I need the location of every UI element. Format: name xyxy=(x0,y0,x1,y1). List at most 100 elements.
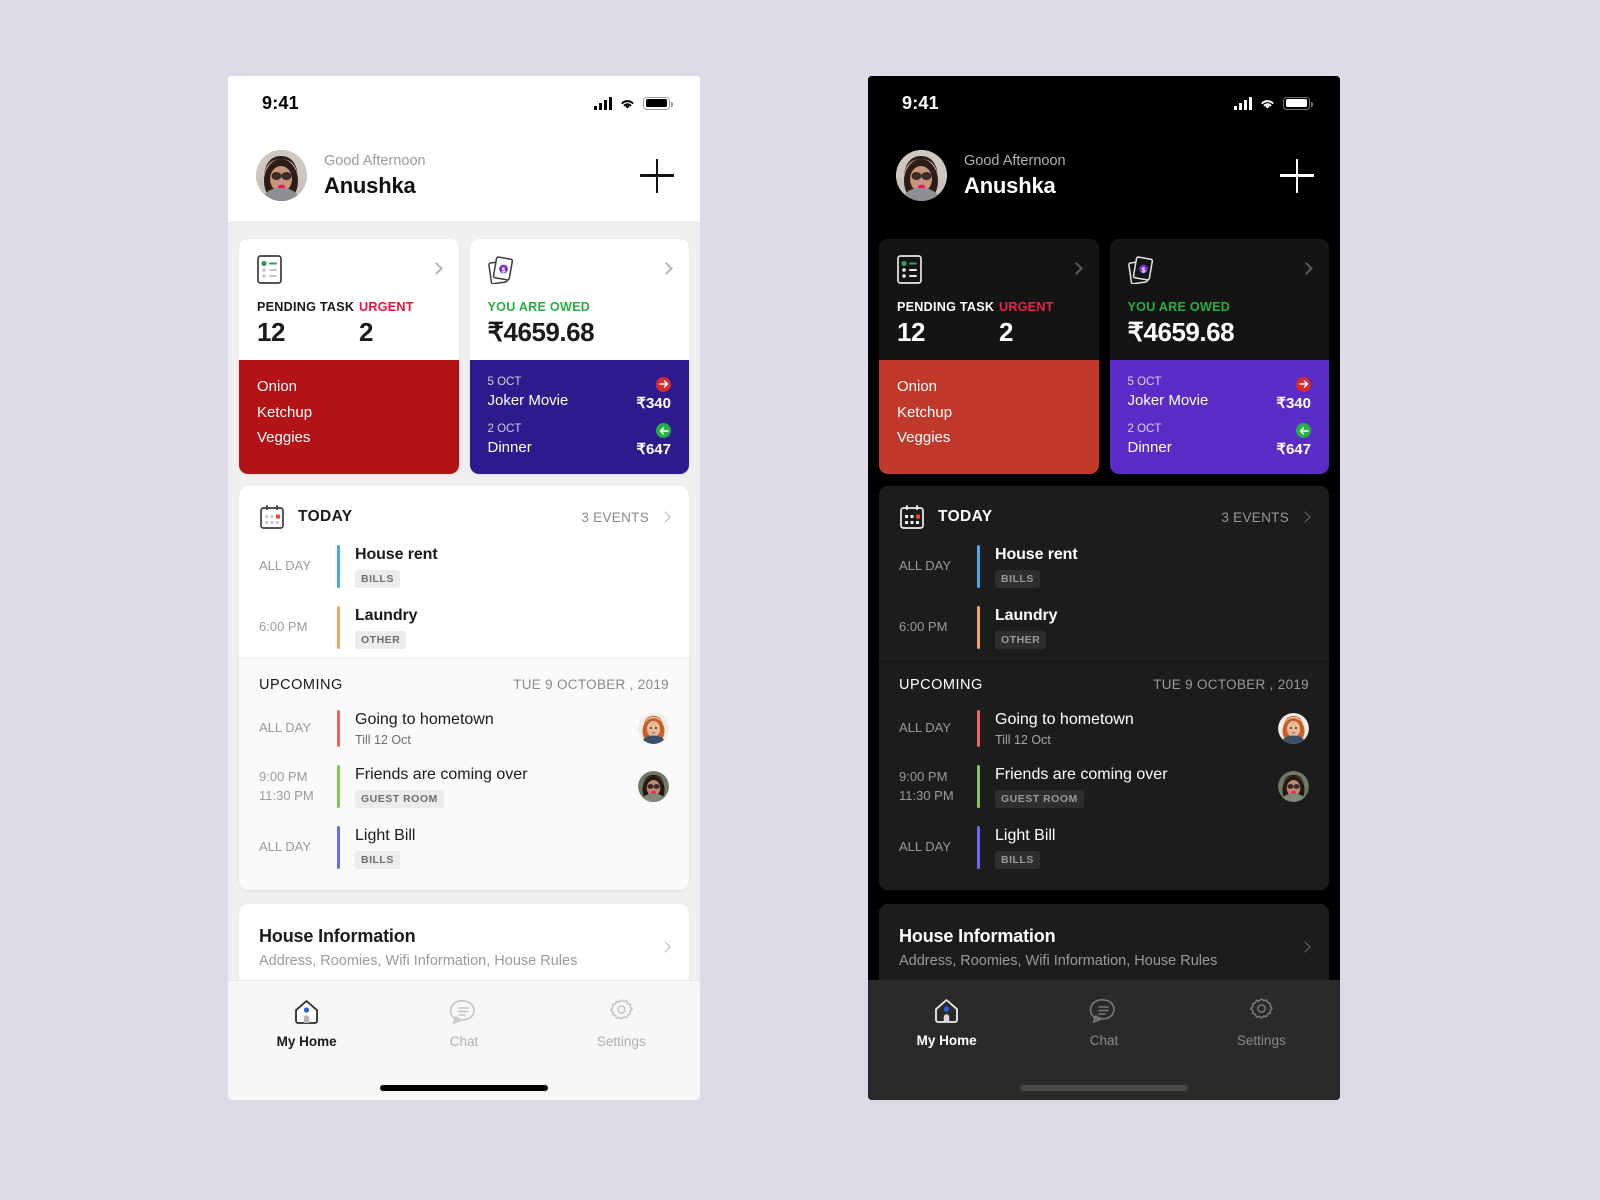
today-header[interactable]: TODAY 3 EVENTS xyxy=(239,486,689,536)
you-are-owed-card[interactable]: $ YOU ARE OWED ₹4659.68 5 OCT Joker Movi… xyxy=(469,239,690,474)
pending-tasks-card[interactable]: PENDING TASK URGENT 12 2 Onion Ketchup V… xyxy=(239,239,459,474)
owed-card-top: $ YOU ARE OWED ₹4659.68 xyxy=(470,239,690,360)
urgent-label: URGENT xyxy=(359,300,414,314)
event-color-bar xyxy=(337,605,340,649)
house-info-subtitle: Address, Roomies, Wifi Information, Hous… xyxy=(899,952,1218,969)
tab-settings[interactable]: Settings xyxy=(1183,996,1340,1048)
event-time: 9:00 PM 11:30 PM xyxy=(899,768,954,803)
gear-icon xyxy=(609,999,633,1020)
event-row[interactable]: ALL DAY Light Bill BILLS xyxy=(239,817,689,878)
status-bar: 9:41 xyxy=(228,76,700,130)
house-info-text: House Information Address, Roomies, Wifi… xyxy=(899,926,1289,969)
transaction-amount-block: ₹647 xyxy=(1276,423,1311,458)
grocery-list[interactable]: Onion Ketchup Veggies xyxy=(239,360,459,474)
event-color-bar xyxy=(977,605,980,649)
event-title: Laundry xyxy=(355,606,418,624)
event-time: 6:00 PM xyxy=(259,618,308,634)
event-details: Going to hometown Till 12 Oct xyxy=(355,710,638,748)
transaction-row[interactable]: 5 OCT Joker Movie ₹340 xyxy=(1128,374,1311,412)
transactions-list[interactable]: 5 OCT Joker Movie ₹340 2 OCT Dinner ₹647 xyxy=(1109,360,1329,474)
tab-label: Chat xyxy=(1089,1033,1119,1048)
transaction-amount: ₹340 xyxy=(636,394,671,412)
today-header[interactable]: TODAY 3 EVENTS xyxy=(879,486,1329,536)
grocery-item: Veggies xyxy=(257,429,311,446)
upcoming-date: TUE 9 OCTOBER , 2019 xyxy=(513,677,669,693)
tab-chat[interactable]: Chat xyxy=(385,997,542,1049)
house-info-subtitle: Address, Roomies, Wifi Information, Hous… xyxy=(259,952,578,969)
chevron-right-icon xyxy=(1299,941,1311,954)
house-information-card[interactable]: House Information Address, Roomies, Wifi… xyxy=(239,903,689,980)
owed-label-row: YOU ARE OWED xyxy=(488,300,672,314)
event-attendee-avatar[interactable] xyxy=(638,771,669,803)
event-attendee-avatar[interactable] xyxy=(1278,771,1309,803)
event-attendee-avatar[interactable] xyxy=(1278,712,1309,744)
event-row[interactable]: 9:00 PM 11:30 PM Friends are coming over… xyxy=(879,756,1329,817)
tab-my-home[interactable]: My Home xyxy=(228,997,385,1049)
phone-dark-mode: 9:41 Good Afternoon Anushka PENDING TASK… xyxy=(868,76,1340,1100)
event-title: Going to hometown xyxy=(355,710,494,728)
app-header: Good Afternoon Anushka xyxy=(868,130,1340,221)
event-color-bar xyxy=(337,709,340,748)
add-button[interactable] xyxy=(640,158,674,193)
house-info-text: House Information Address, Roomies, Wifi… xyxy=(259,926,649,969)
house-information-card[interactable]: House Information Address, Roomies, Wifi… xyxy=(879,903,1329,980)
event-details: Light Bill BILLS xyxy=(355,826,669,869)
you-are-owed-card[interactable]: $ YOU ARE OWED ₹4659.68 5 OCT Joker Movi… xyxy=(1109,239,1329,474)
event-tag: OTHER xyxy=(995,630,1047,649)
event-row[interactable]: 9:00 PM 11:30 PM Friends are coming over… xyxy=(239,756,689,817)
event-tag: BILLS xyxy=(355,850,400,869)
home-indicator xyxy=(1020,1085,1188,1091)
house-info-title: House Information xyxy=(899,925,1056,946)
grocery-list[interactable]: Onion Ketchup Veggies xyxy=(879,360,1099,474)
status-bar-time: 9:41 xyxy=(262,92,299,113)
urgent-label: URGENT xyxy=(999,300,1054,314)
event-color-bar xyxy=(337,545,340,588)
tab-label: My Home xyxy=(916,1033,977,1048)
tab-settings[interactable]: Settings xyxy=(543,997,700,1049)
task-stat-labels: PENDING TASK URGENT xyxy=(257,300,441,314)
cellular-signal-icon xyxy=(1234,96,1252,110)
event-title: House rent xyxy=(355,546,438,563)
event-row[interactable]: ALL DAY Light Bill BILLS xyxy=(879,817,1329,878)
event-subtitle: Till 12 Oct xyxy=(995,733,1051,748)
urgent-count: 2 xyxy=(999,317,1014,347)
event-color-bar xyxy=(977,545,980,588)
event-row[interactable]: ALL DAY Going to hometown Till 12 Oct xyxy=(879,701,1329,757)
transactions-list[interactable]: 5 OCT Joker Movie ₹340 2 OCT Dinner ₹647 xyxy=(469,360,689,474)
tab-chat[interactable]: Chat xyxy=(1025,996,1182,1048)
svg-text:$: $ xyxy=(1141,267,1145,274)
tab-my-home[interactable]: My Home xyxy=(868,996,1025,1048)
event-attendee-avatar[interactable] xyxy=(638,712,669,744)
transaction-title: Joker Movie xyxy=(487,392,569,410)
event-time: ALL DAY xyxy=(259,839,312,855)
status-bar-time: 9:41 xyxy=(902,92,939,113)
chevron-right-icon xyxy=(1069,262,1083,275)
transaction-row[interactable]: 2 OCT Dinner ₹647 xyxy=(1128,421,1311,458)
event-row[interactable]: 6:00 PM Laundry OTHER xyxy=(239,597,689,658)
you-are-owed-label: YOU ARE OWED xyxy=(1127,300,1231,314)
pending-tasks-card[interactable]: PENDING TASK URGENT 12 2 Onion Ketchup V… xyxy=(879,239,1099,474)
money-cards-icon: $ xyxy=(1127,256,1153,284)
summary-cards: PENDING TASK URGENT 12 2 Onion Ketchup V… xyxy=(239,221,689,474)
transaction-row[interactable]: 5 OCT Joker Movie ₹340 xyxy=(487,374,671,412)
bottom-tab-bar: My Home Chat Settings xyxy=(228,980,700,1100)
event-time: ALL DAY xyxy=(899,557,952,573)
transaction-row[interactable]: 2 OCT Dinner ₹647 xyxy=(488,421,671,458)
event-time: ALL DAY xyxy=(899,839,952,855)
add-button[interactable] xyxy=(1280,158,1314,193)
calendar-icon xyxy=(260,505,284,529)
battery-icon xyxy=(1283,96,1313,110)
event-row[interactable]: ALL DAY House rent BILLS xyxy=(879,536,1329,597)
user-avatar[interactable] xyxy=(896,150,947,201)
event-title: Light Bill xyxy=(995,827,1056,845)
arrow-left-in-icon xyxy=(1296,423,1311,438)
event-row[interactable]: ALL DAY House rent BILLS xyxy=(239,536,689,597)
pending-task-label: PENDING TASK xyxy=(897,300,995,314)
user-avatar[interactable] xyxy=(256,150,307,201)
chevron-right-icon xyxy=(1300,262,1313,275)
status-bar: 9:41 xyxy=(868,76,1340,130)
event-color-bar xyxy=(977,826,980,869)
transaction-amount-block: ₹340 xyxy=(1276,376,1311,412)
event-row[interactable]: 6:00 PM Laundry OTHER xyxy=(879,597,1329,658)
event-row[interactable]: ALL DAY Going to hometown Till 12 Oct xyxy=(239,701,689,757)
